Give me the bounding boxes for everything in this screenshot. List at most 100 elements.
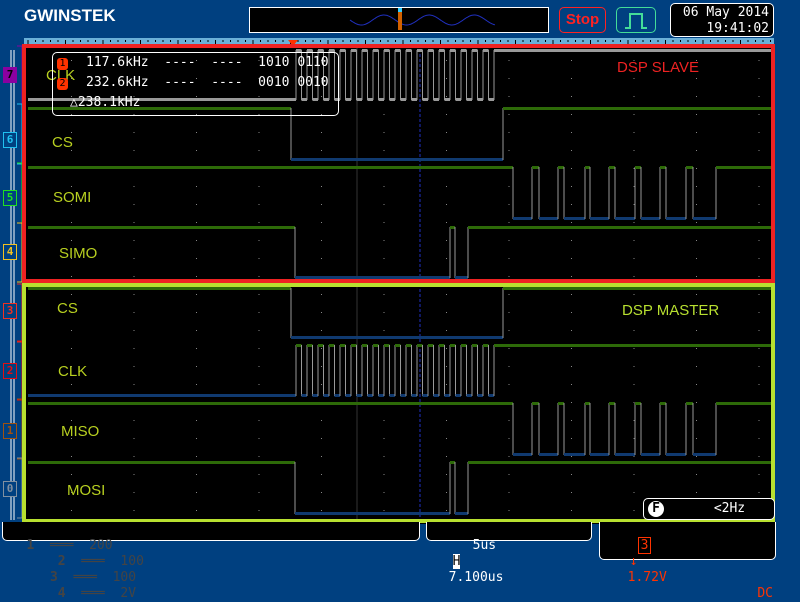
low-segment bbox=[367, 394, 373, 397]
high-segment bbox=[28, 287, 291, 290]
low-segment bbox=[488, 98, 494, 101]
low-segment bbox=[477, 394, 483, 397]
channel-marker-1[interactable]: 1 bbox=[3, 423, 17, 439]
channel-label: SOMI bbox=[53, 189, 92, 206]
trigger-level: 1.72V bbox=[627, 570, 667, 585]
high-segment bbox=[28, 461, 295, 464]
high-segment bbox=[318, 344, 324, 347]
low-segment bbox=[411, 394, 417, 397]
high-segment bbox=[450, 344, 456, 347]
high-segment bbox=[439, 49, 445, 52]
high-segment bbox=[503, 287, 772, 290]
high-segment bbox=[660, 166, 666, 169]
high-segment bbox=[28, 402, 513, 405]
high-segment bbox=[384, 49, 390, 52]
channel-marker-2[interactable]: 2 bbox=[3, 363, 17, 379]
high-segment bbox=[362, 344, 368, 347]
high-segment bbox=[494, 49, 772, 52]
frequency-counter: F <2Hz bbox=[643, 498, 775, 520]
channel-label: SIMO bbox=[59, 245, 98, 262]
high-segment bbox=[362, 49, 368, 52]
channel-marker-7[interactable]: 7 bbox=[3, 67, 17, 83]
low-segment bbox=[367, 98, 373, 101]
low-segment bbox=[564, 453, 585, 456]
channel-marker-4[interactable]: 4 bbox=[3, 244, 17, 260]
low-segment bbox=[345, 394, 351, 397]
low-segment bbox=[615, 217, 635, 220]
low-segment bbox=[455, 512, 468, 515]
timebase-scale: 5us bbox=[472, 538, 497, 553]
low-segment bbox=[295, 512, 450, 515]
low-segment bbox=[455, 394, 461, 397]
high-segment bbox=[417, 344, 423, 347]
low-segment bbox=[466, 98, 472, 101]
low-segment bbox=[433, 98, 439, 101]
low-segment bbox=[466, 394, 472, 397]
high-segment bbox=[450, 226, 455, 229]
high-segment bbox=[585, 166, 590, 169]
low-segment bbox=[564, 217, 585, 220]
frequency-value: <2Hz bbox=[713, 501, 746, 516]
low-segment bbox=[422, 394, 428, 397]
high-segment bbox=[461, 49, 467, 52]
high-segment bbox=[417, 49, 423, 52]
channel-label: CS bbox=[57, 300, 78, 317]
high-segment bbox=[395, 344, 401, 347]
high-segment bbox=[296, 344, 302, 347]
channel-label: MISO bbox=[61, 423, 100, 440]
frequency-label: F bbox=[648, 501, 664, 517]
high-segment bbox=[468, 461, 772, 464]
analog-channel-status[interactable]: 1 ═══ 200 2 ═══ 100 3 ═══ 100 4 ═══ 2V bbox=[2, 522, 420, 601]
high-segment bbox=[406, 344, 412, 347]
high-segment bbox=[428, 344, 434, 347]
high-segment bbox=[716, 402, 772, 405]
low-segment bbox=[323, 394, 329, 397]
low-segment bbox=[455, 276, 468, 279]
low-segment bbox=[356, 394, 362, 397]
high-segment bbox=[686, 166, 693, 169]
horizontal-position-icon: H bbox=[452, 554, 461, 569]
low-segment bbox=[666, 217, 686, 220]
channel-marker-0[interactable]: 0 bbox=[3, 481, 17, 497]
low-segment bbox=[444, 98, 450, 101]
low-segment bbox=[291, 336, 503, 339]
low-segment bbox=[693, 217, 716, 220]
channel-marker-6[interactable]: 6 bbox=[3, 132, 17, 148]
high-segment bbox=[329, 344, 335, 347]
high-segment bbox=[450, 49, 456, 52]
timebase-status[interactable]: 5us H 7.100us bbox=[426, 522, 592, 585]
high-segment bbox=[472, 344, 478, 347]
high-segment bbox=[532, 166, 539, 169]
channel-marker-5[interactable]: 5 bbox=[3, 190, 17, 206]
low-segment bbox=[400, 98, 406, 101]
low-segment bbox=[28, 394, 296, 397]
trigger-status[interactable]: 3 ↓ 1.72V DC bbox=[599, 522, 776, 601]
low-segment bbox=[641, 453, 660, 456]
high-segment bbox=[28, 226, 295, 229]
high-segment bbox=[406, 49, 412, 52]
high-segment bbox=[28, 166, 513, 169]
cursor-readout: 1 2 117.6kHz ---- ---- 1010 0110 232.6kH… bbox=[52, 52, 339, 116]
low-segment bbox=[334, 394, 340, 397]
low-segment bbox=[389, 394, 395, 397]
low-segment bbox=[422, 98, 428, 101]
ch1-status: 1 ═══ 200 bbox=[26, 538, 113, 553]
ch2-status: 2 ═══ 100 bbox=[57, 554, 144, 569]
channel-marker-3[interactable]: 3 bbox=[3, 303, 17, 319]
low-segment bbox=[539, 217, 558, 220]
high-segment bbox=[483, 344, 489, 347]
high-segment bbox=[428, 49, 434, 52]
low-segment bbox=[345, 98, 351, 101]
low-segment bbox=[295, 276, 450, 279]
high-segment bbox=[340, 49, 346, 52]
high-segment bbox=[609, 166, 615, 169]
low-segment bbox=[615, 453, 635, 456]
low-segment bbox=[301, 394, 307, 397]
low-segment bbox=[590, 217, 609, 220]
low-segment bbox=[356, 98, 362, 101]
ch4-status: 4 ═══ 2V bbox=[57, 586, 137, 601]
channel-label: CS bbox=[52, 134, 73, 151]
high-segment bbox=[307, 344, 313, 347]
high-segment bbox=[532, 402, 539, 405]
high-segment bbox=[483, 49, 489, 52]
